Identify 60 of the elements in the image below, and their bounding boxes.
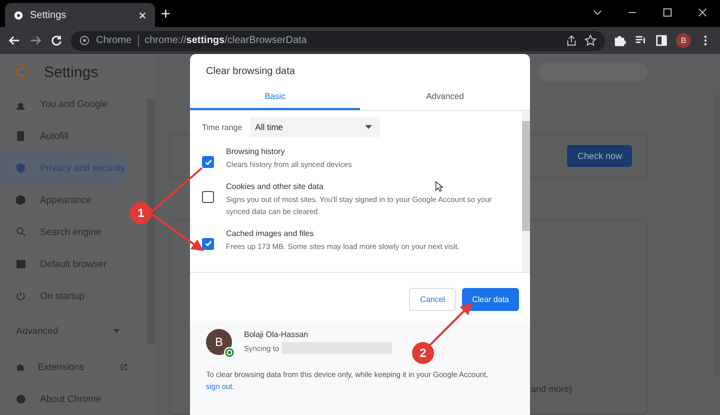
- menu-item-icon: [16, 194, 26, 206]
- option-title: Cached images and files: [226, 228, 314, 238]
- sidebar-item[interactable]: Search engine: [0, 216, 128, 248]
- menu-item-icon: [16, 394, 26, 404]
- external-link-icon: [120, 362, 128, 372]
- address-bar[interactable]: Chrome chrome://settings/clearBrowserData: [71, 30, 605, 51]
- profile-avatar[interactable]: B: [676, 33, 691, 48]
- account-avatar: B: [206, 329, 232, 355]
- url-text: chrome://settings/clearBrowserData: [144, 35, 307, 46]
- cancel-button[interactable]: Cancel: [409, 288, 456, 311]
- sidebar-item[interactable]: Autofill: [0, 120, 128, 152]
- sidebar-item[interactable]: On startup: [0, 280, 128, 312]
- dialog-tab[interactable]: Advanced: [360, 85, 530, 110]
- puzzle-icon[interactable]: [613, 34, 626, 48]
- globe-icon: [79, 35, 90, 46]
- star-icon[interactable]: [584, 34, 597, 48]
- checkbox[interactable]: [202, 238, 214, 250]
- settings-icon: [13, 10, 24, 21]
- mouse-pointer-icon: [435, 181, 443, 192]
- caret-icon: [365, 124, 372, 130]
- new-tab-button[interactable]: +: [161, 6, 170, 24]
- sidebar-item[interactable]: You and Google: [0, 88, 128, 120]
- maximize-icon[interactable]: [662, 7, 673, 18]
- sidebar-item[interactable]: Extensions: [0, 351, 128, 383]
- sidebar-item[interactable]: About Chrome: [0, 383, 128, 415]
- scrollbar[interactable]: [147, 99, 155, 344]
- close-icon[interactable]: [697, 7, 708, 18]
- account-name: Bolaji Ola-Hassan: [244, 330, 310, 339]
- checkbox[interactable]: [202, 156, 214, 168]
- menu-item-icon: [16, 226, 26, 238]
- back-icon[interactable]: [8, 34, 21, 48]
- close-icon[interactable]: [138, 10, 147, 20]
- time-range-label: Time range: [202, 122, 242, 132]
- option-title: Browsing history: [226, 147, 285, 156]
- check-now-button[interactable]: Check now: [567, 145, 632, 167]
- dialog-title: Clear browsing data: [205, 65, 296, 79]
- side-panel-icon[interactable]: [655, 34, 668, 48]
- browser-tab[interactable]: Settings: [5, 3, 155, 28]
- time-range-dropdown[interactable]: All time: [250, 117, 380, 137]
- browser-logo-icon: [14, 64, 30, 80]
- caret-icon: [113, 329, 120, 334]
- share-icon[interactable]: [565, 34, 578, 48]
- advanced-section-toggle[interactable]: Advanced: [0, 312, 140, 351]
- menu-item-icon: [16, 130, 26, 142]
- forward-icon[interactable]: [29, 34, 42, 48]
- clear-data-button[interactable]: Clear data: [462, 288, 519, 311]
- settings-title: Settings: [44, 64, 98, 80]
- menu-item-icon: [16, 162, 26, 174]
- menu-item-icon: [16, 258, 26, 270]
- menu-item-icon: [16, 362, 24, 372]
- reload-icon[interactable]: [50, 34, 63, 48]
- dialog-tab[interactable]: Basic: [190, 85, 360, 110]
- menu-item-icon: [16, 290, 26, 302]
- option-title: Cookies and other site data: [226, 182, 324, 192]
- checkbox[interactable]: [202, 191, 214, 204]
- sync-badge-icon: [224, 347, 235, 358]
- scrollbar[interactable]: [522, 111, 530, 272]
- site-label: Chrome: [96, 35, 132, 46]
- sidebar-item[interactable]: Appearance: [0, 184, 128, 216]
- sidebar-item[interactable]: Default browser: [0, 248, 128, 280]
